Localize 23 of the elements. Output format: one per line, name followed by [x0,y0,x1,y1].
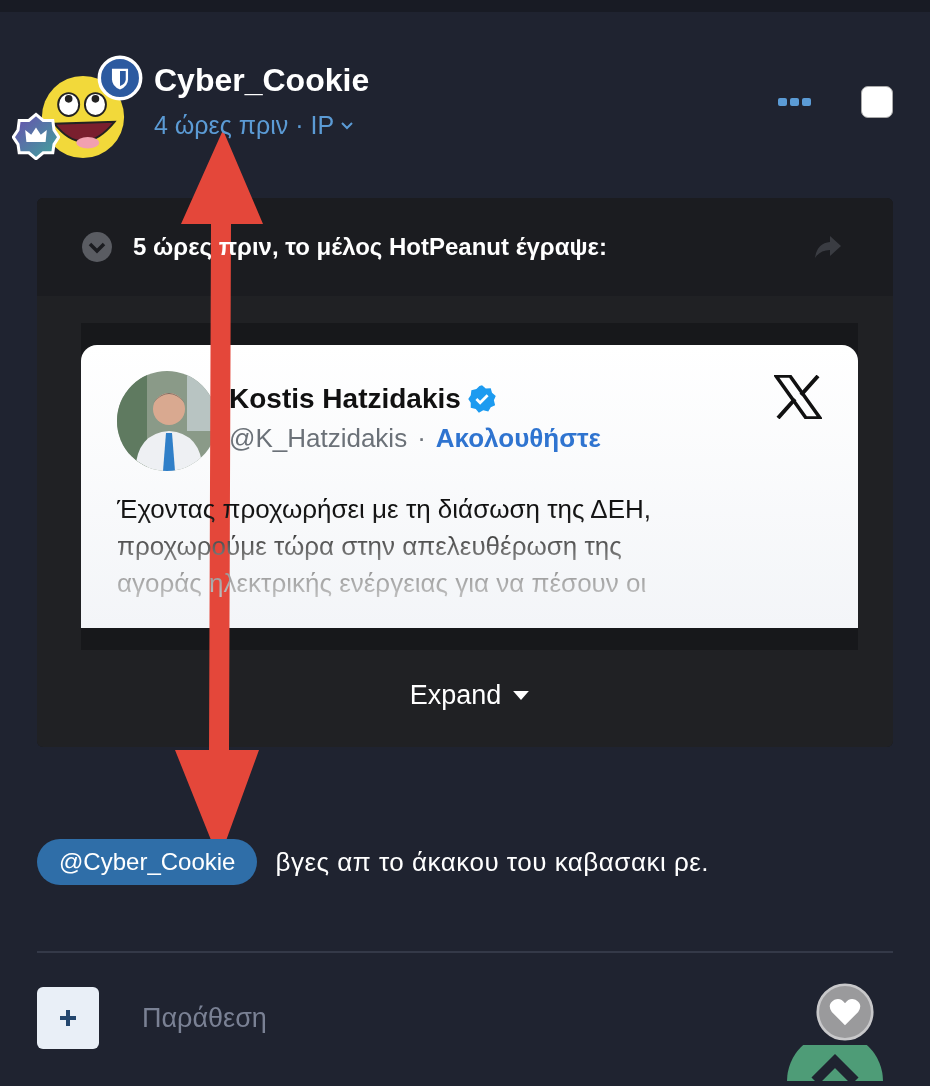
shield-badge-icon [97,55,143,101]
author-name[interactable]: Cyber_Cookie [154,62,370,99]
caret-icon [513,691,530,700]
verified-badge-icon [466,384,497,414]
reply-text: βγες απ το άκακου του καβασακι ρε. [275,846,710,878]
separator-dot: · [417,423,426,454]
tweet-author: Kostis Hatzidakis [229,383,461,415]
more-icon[interactable] [777,96,813,108]
follow-link[interactable]: Ακολουθήστε [435,423,601,454]
x-logo-icon [774,375,822,419]
expand-button[interactable]: Expand [399,650,540,747]
crown-badge-icon [12,112,60,160]
scroll-top-icon[interactable] [785,1045,885,1081]
post-meta[interactable]: 4 ώρες πριν · IP [154,111,370,140]
select-checkbox[interactable] [861,86,893,118]
collapse-icon[interactable] [81,231,113,263]
tweet-handle: @K_Hatzidakis [229,423,408,454]
chevron-down-icon [340,120,355,131]
mention-tag[interactable]: @Cyber_Cookie [37,839,258,885]
plus-icon [58,1008,78,1028]
quote-placeholder[interactable]: Παράθεση [142,1002,267,1034]
heart-button-icon[interactable] [816,983,874,1041]
add-button[interactable] [37,987,99,1049]
